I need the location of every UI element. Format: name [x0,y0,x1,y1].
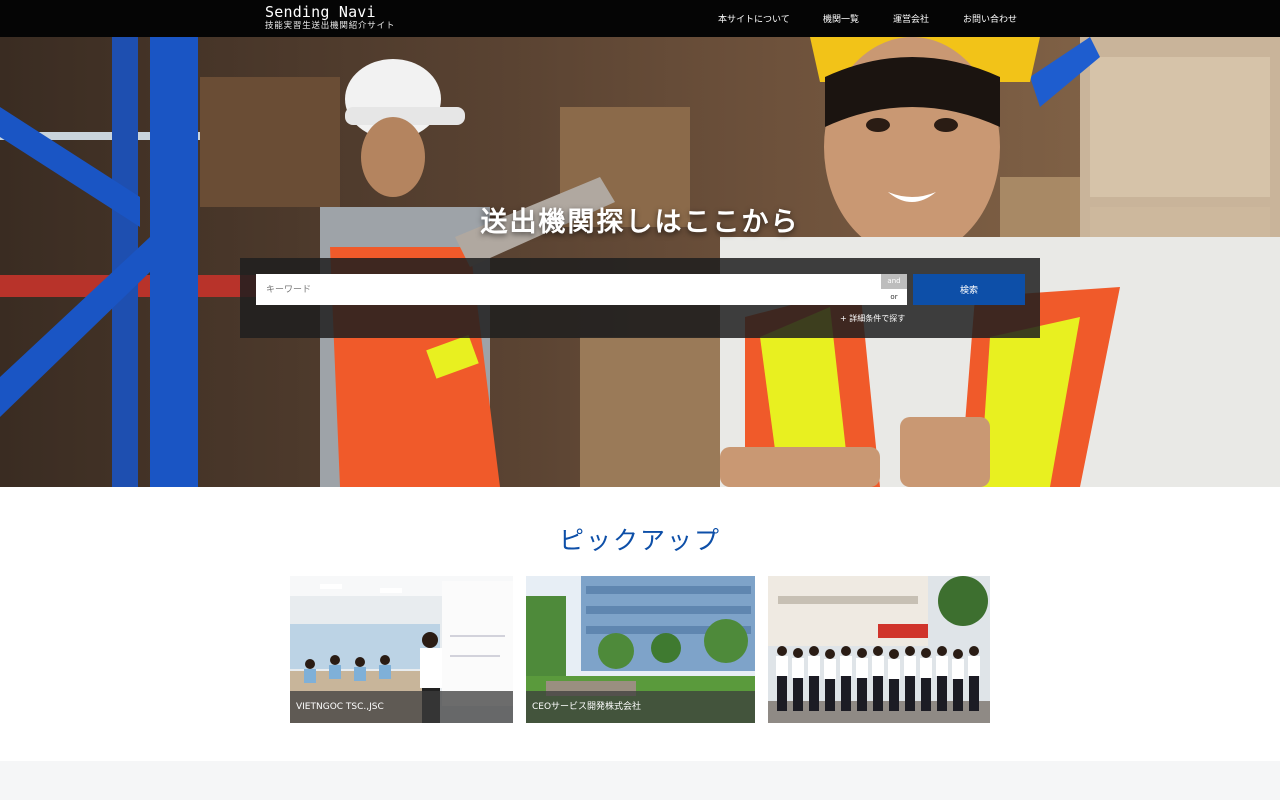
search-button[interactable]: 検索 [913,274,1025,305]
pickup-title: ピックアップ [558,526,721,555]
hero-banner: 送出機関探しはここから and or 検索 + 詳細条件で探す [0,37,1280,487]
nav-company[interactable]: 運営会社 [893,12,929,25]
top-navbar: Sending Navi 技能実習生送出機関紹介サイト 本サイトについて 機関一… [0,0,1280,37]
and-or-toggle[interactable]: and or [881,274,907,305]
pickup-card-caption: VIETNGOC TSC.,JSC [290,691,513,723]
hero-title: 送出機関探しはここから [480,207,800,238]
pickup-section: ピックアップ VIETNGOC TSC.,JSC CEOサービス開発株式会社 [0,487,1280,761]
nav-agency-list[interactable]: 機関一覧 [823,12,859,25]
pickup-card[interactable]: VIETNGOC TSC.,JSC [290,576,513,723]
or-option[interactable]: or [881,289,907,305]
pickup-card[interactable]: CEOサービス開発株式会社 [526,576,755,723]
advanced-search-link[interactable]: + 詳細条件で探す [840,313,905,324]
search-panel: and or 検索 + 詳細条件で探す [240,258,1040,338]
pickup-card[interactable] [768,576,990,723]
group-photo [768,576,990,723]
nav-contact[interactable]: お問い合わせ [963,12,1017,25]
nav-about[interactable]: 本サイトについて [718,12,790,25]
pickup-card-caption: CEOサービス開発株式会社 [526,691,755,723]
keyword-search-input[interactable] [256,274,881,305]
and-option[interactable]: and [881,274,907,289]
main-nav: 本サイトについて 機関一覧 運営会社 お問い合わせ [0,12,1280,26]
footer-band [0,761,1280,800]
